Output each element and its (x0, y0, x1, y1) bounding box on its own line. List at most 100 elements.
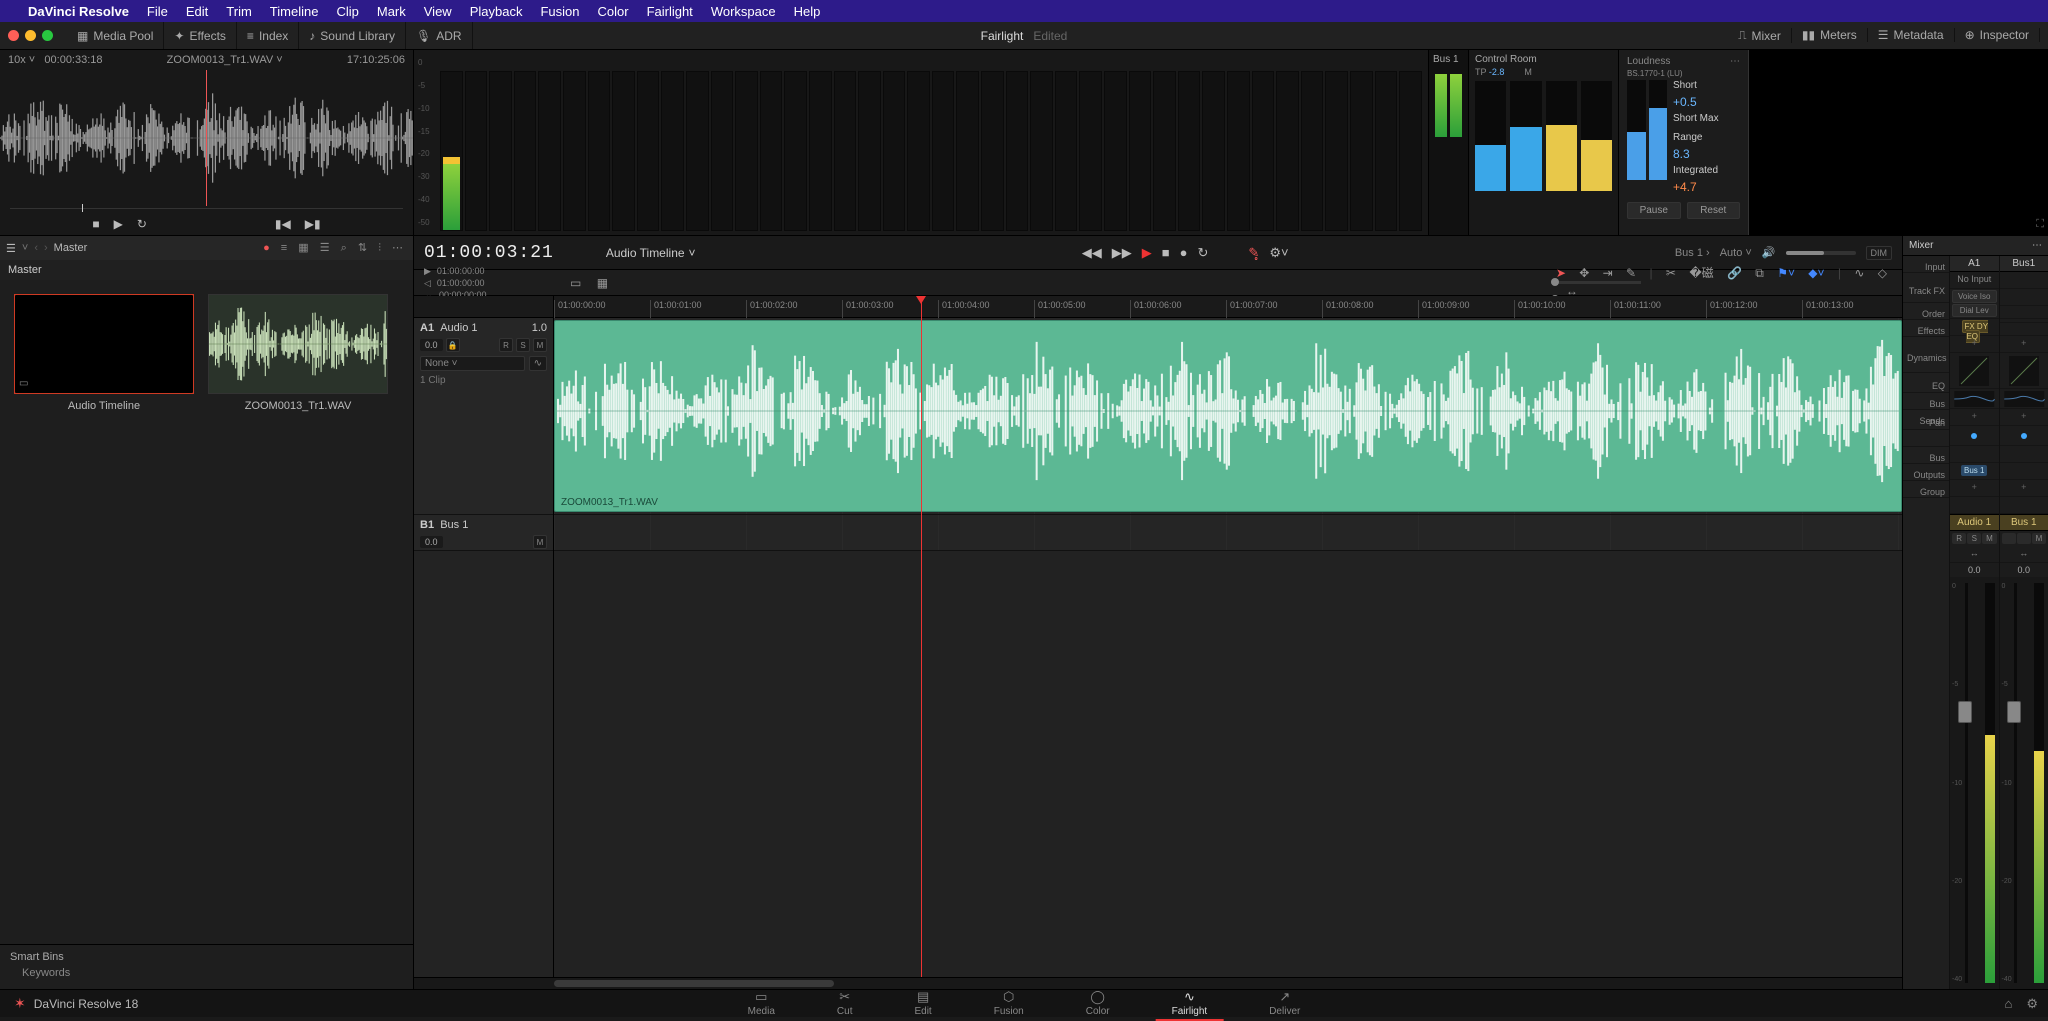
channel-db[interactable]: 0.0 (2000, 563, 2048, 577)
menu-file[interactable]: File (147, 4, 168, 19)
view-thumb-icon[interactable]: ▦ (294, 242, 312, 254)
channel-arm-button[interactable] (2002, 533, 2016, 544)
channel-dynamics[interactable] (2000, 353, 2048, 389)
nav-fwd-icon[interactable]: › (44, 242, 48, 254)
preview-speed[interactable]: 10x (8, 54, 26, 66)
menu-fusion[interactable]: Fusion (540, 4, 579, 19)
channel-order[interactable] (2000, 319, 2048, 336)
options-icon[interactable]: ⋯ (388, 242, 407, 254)
next-icon[interactable]: ▶▮ (305, 217, 321, 231)
mixer-options-icon[interactable]: ⋯ (2032, 240, 2042, 251)
timeline-ruler[interactable]: 01:00:00:0001:00:01:0001:00:02:0001:00:0… (554, 296, 1902, 318)
page-tab-color[interactable]: ◯Color (1070, 987, 1126, 1021)
page-tab-fairlight[interactable]: ∿Fairlight (1156, 987, 1224, 1021)
view-strip-icon[interactable]: ☰ (316, 242, 334, 254)
channel-eq[interactable] (2000, 389, 2048, 409)
track-b1-gain[interactable]: 0.0 (420, 536, 443, 548)
menu-edit[interactable]: Edit (186, 4, 208, 19)
track-fx-chip[interactable]: Dial Lev (1952, 304, 1997, 317)
tc-row-icon[interactable]: ▶ (424, 266, 431, 277)
adr-toggle[interactable]: 🎙ADR (406, 22, 473, 49)
menu-timeline[interactable]: Timeline (270, 4, 319, 19)
page-tab-deliver[interactable]: ↗Deliver (1253, 987, 1316, 1021)
track-lane-b1[interactable] (554, 515, 1902, 551)
channel-name[interactable]: Bus 1 (2000, 514, 2048, 531)
crossfade-icon[interactable]: ⧉ (1750, 266, 1769, 280)
channel-bus-output[interactable] (2000, 463, 2048, 480)
preview-clip-name[interactable]: ZOOM0013_Tr1.WAV ˅ (167, 54, 283, 66)
page-tab-media[interactable]: ▭Media (732, 987, 791, 1021)
play-icon[interactable]: ▶ (114, 217, 123, 231)
mixer-toggle[interactable]: ⎍Mixer (1728, 28, 1792, 43)
tc-row-icon[interactable]: ◁ (424, 278, 431, 289)
range-tool-icon[interactable]: ⇥ (1598, 266, 1618, 280)
sound-library-toggle[interactable]: ♪Sound Library (299, 22, 406, 49)
meters-toggle[interactable]: ▮▮Meters (1792, 28, 1868, 42)
loudness-menu-icon[interactable]: ⋯ (1730, 56, 1740, 67)
bin-tab-master[interactable]: Master (8, 264, 42, 276)
page-tab-fusion[interactable]: ⬡Fusion (978, 987, 1040, 1021)
vert-zoom-slider[interactable] (1551, 281, 1641, 284)
nav-back-icon[interactable]: ‹ (34, 242, 38, 254)
track-lane-a1[interactable]: ZOOM0013_Tr1.WAV (554, 318, 1902, 515)
minimize-window-icon[interactable] (25, 30, 36, 41)
filter-icon[interactable]: ⫶ (374, 242, 385, 254)
lock-icon[interactable]: 🔒 (446, 338, 460, 352)
menu-workspace[interactable]: Workspace (711, 4, 776, 19)
channel-fader[interactable]: 0-5-10-20-40 (2000, 577, 2048, 989)
menu-app[interactable]: DaVinci Resolve (28, 4, 129, 19)
stop-icon[interactable]: ■ (92, 217, 99, 231)
waveform-scale-icon[interactable]: ∿ (1849, 266, 1869, 280)
track-header-a1[interactable]: A1 Audio 11.0 0.0 🔒 R S M None ˅ ∿ 1 Cli… (414, 318, 553, 515)
bin-path[interactable]: Master (54, 242, 88, 254)
track-header-b1[interactable]: B1 Bus 1 0.0 M (414, 515, 553, 551)
expand-icon[interactable]: ⛶ (2036, 218, 2044, 231)
loop-button[interactable]: ↻ (1198, 245, 1209, 261)
sort-icon[interactable]: ⇅ (354, 242, 371, 254)
loudness-pause-button[interactable]: Pause (1627, 202, 1681, 219)
home-icon[interactable]: ⌂ (2004, 996, 2012, 1012)
channel-link-icon[interactable]: ↔ (1950, 546, 1999, 563)
channel-db[interactable]: 0.0 (1950, 563, 1999, 577)
bin-list-icon[interactable]: ☰ (6, 242, 16, 255)
channel-pan[interactable] (2000, 426, 2048, 446)
smart-bins-header[interactable]: Smart Bins (10, 951, 403, 963)
page-tab-edit[interactable]: ▤Edit (898, 987, 947, 1021)
channel-mute-button[interactable]: M (1982, 533, 1996, 544)
channel-mute-button[interactable]: M (2032, 533, 2046, 544)
preview-scrub-handle[interactable] (82, 204, 83, 212)
track-lanes[interactable]: 01:00:00:0001:00:01:0001:00:02:0001:00:0… (554, 296, 1902, 977)
project-settings-icon[interactable]: ⚙ (2026, 996, 2038, 1012)
channel-header[interactable]: Bus1 (2000, 256, 2048, 272)
add-bus-output-button[interactable]: + (1950, 480, 1999, 497)
record-button[interactable]: ● (1180, 245, 1188, 261)
smart-bin-keywords[interactable]: Keywords (10, 963, 403, 983)
channel-link-icon[interactable]: ↔ (2000, 546, 2048, 563)
monitor-bus-dropdown[interactable]: Bus 1 › (1675, 247, 1710, 259)
preview-playhead[interactable] (206, 70, 207, 206)
menu-color[interactable]: Color (597, 4, 628, 19)
channel-eq[interactable] (1950, 389, 1999, 409)
media-pool-toggle[interactable]: ▦Media Pool (67, 22, 164, 49)
timeline-view-2-icon[interactable]: ▦ (591, 276, 614, 290)
channel-solo-button[interactable] (2017, 533, 2031, 544)
rewind-icon[interactable]: ◀◀ (1082, 245, 1102, 261)
channel-solo-button[interactable]: S (1967, 533, 1981, 544)
link-icon[interactable]: 🔗 (1722, 266, 1747, 280)
track-b1-mute[interactable]: M (533, 535, 547, 549)
preview-waveform[interactable] (0, 70, 413, 206)
close-window-icon[interactable] (8, 30, 19, 41)
loop-icon[interactable]: ↻ (137, 217, 147, 231)
search-icon[interactable]: ⌕ (337, 242, 351, 254)
automation-write-icon[interactable]: ✎̥ (1248, 245, 1259, 261)
menu-trim[interactable]: Trim (226, 4, 252, 19)
index-toggle[interactable]: ≡Index (237, 22, 299, 49)
timeline-name-dropdown[interactable]: Audio Timeline˅ (606, 246, 696, 260)
marker-tool-icon[interactable]: ✥ (1574, 266, 1594, 280)
automation-dropdown[interactable]: Auto ˅ (1720, 247, 1752, 259)
add-bus-send-button[interactable]: + (2000, 409, 2048, 426)
dim-button[interactable]: DIM (1866, 246, 1893, 260)
track-a1-mute[interactable]: M (533, 338, 547, 352)
menu-fairlight[interactable]: Fairlight (647, 4, 693, 19)
timeline-timecode[interactable]: 01:00:03:21 (424, 243, 554, 263)
